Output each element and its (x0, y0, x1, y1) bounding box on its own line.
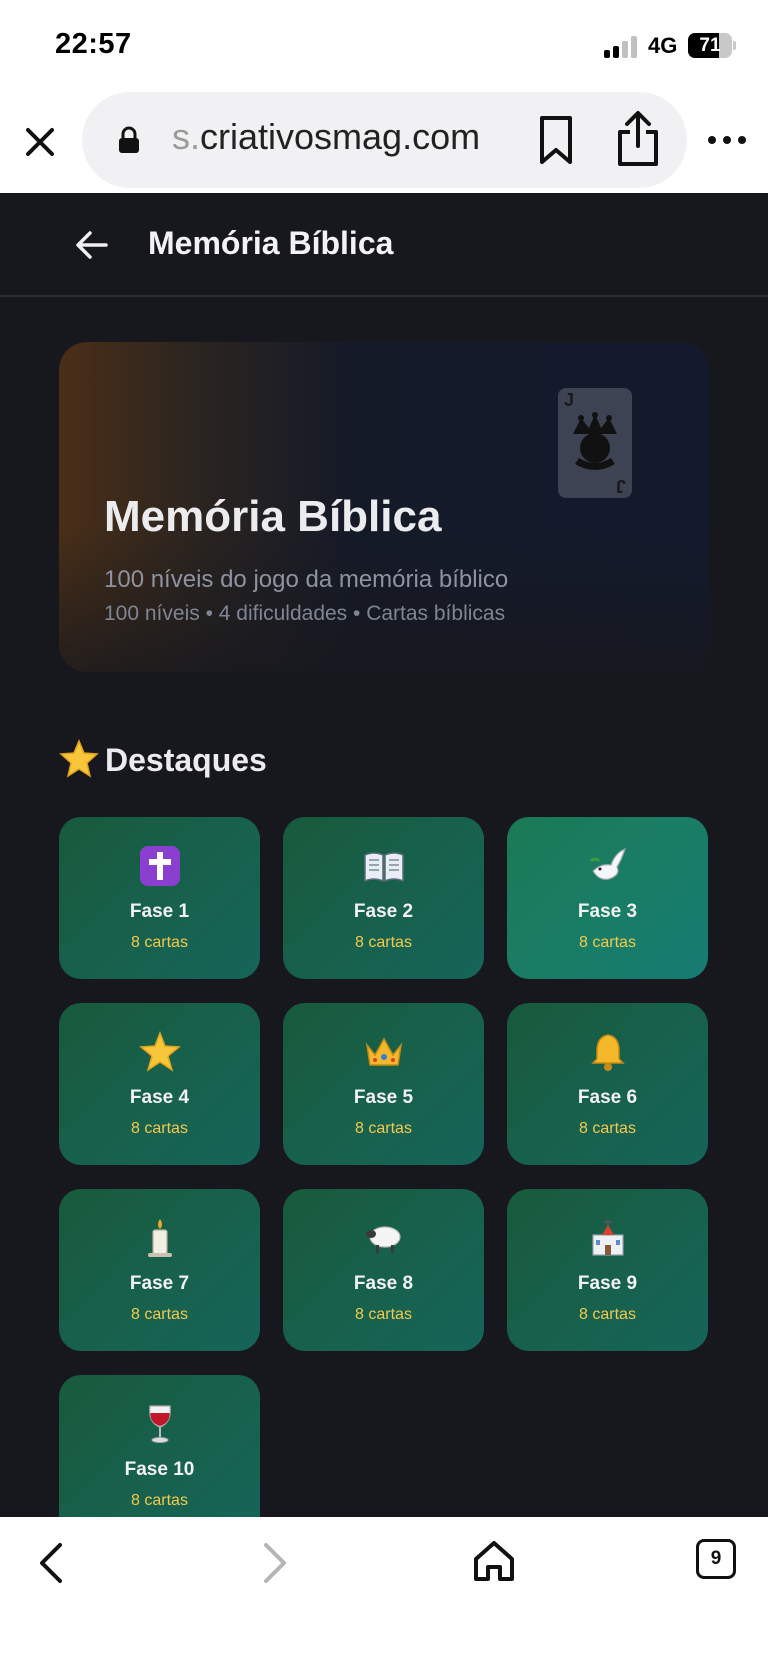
more-icon[interactable] (706, 124, 748, 156)
level-tile-4[interactable]: Fase 4 8 cartas (59, 1003, 260, 1165)
level-name: Fase 1 (129, 901, 190, 922)
level-count: 8 cartas (579, 1120, 636, 1137)
candle-icon (147, 1219, 172, 1257)
level-count: 8 cartas (355, 1120, 412, 1137)
level-tile-6[interactable]: Fase 6 8 cartas (507, 1003, 708, 1165)
level-name: Fase 3 (577, 901, 638, 922)
card-rank-top: J (564, 390, 575, 410)
crown-icon (365, 1037, 402, 1066)
joker-card: J J (558, 388, 632, 498)
level-count: 8 cartas (131, 1120, 188, 1137)
home-icon[interactable] (470, 1537, 518, 1585)
status-time: 22:57 (55, 28, 132, 60)
dove-icon (589, 847, 626, 880)
hero-subtitle: 100 níveis do jogo da memória bíblico (104, 566, 509, 593)
level-tile-10[interactable]: Fase 10 8 cartas (59, 1375, 260, 1517)
battery-level: 71 (699, 35, 721, 56)
level-tile-3[interactable]: Fase 3 8 cartas (507, 817, 708, 979)
url-domain: criativosmag.com (200, 116, 481, 157)
close-icon[interactable] (20, 122, 60, 162)
wine-glass-icon (148, 1405, 171, 1443)
level-count: 8 cartas (579, 934, 636, 951)
level-tile-7[interactable]: Fase 7 8 cartas (59, 1189, 260, 1351)
tabs-count: 9 (710, 1548, 722, 1569)
arrow-left-icon[interactable] (72, 225, 112, 265)
battery-tip (733, 41, 736, 50)
signal-icon (604, 36, 640, 58)
level-tile-1[interactable]: Fase 1 8 cartas (59, 817, 260, 979)
level-count: 8 cartas (131, 934, 188, 951)
app-header: Memória Bíblica (0, 193, 768, 297)
lock-icon (119, 126, 139, 153)
level-tile-5[interactable]: Fase 5 8 cartas (283, 1003, 484, 1165)
joker-icon (573, 412, 617, 470)
church-icon (591, 1219, 624, 1256)
level-name: Fase 10 (124, 1459, 195, 1480)
bookmark-icon[interactable] (532, 114, 580, 166)
level-count: 8 cartas (579, 1306, 636, 1323)
level-count: 8 cartas (131, 1492, 188, 1509)
browser-url-row: s.criativosmag.com (0, 92, 768, 192)
tabs-button[interactable]: 9 (696, 1539, 736, 1579)
url-text[interactable]: s.criativosmag.com (172, 116, 480, 158)
status-bar: 22:57 4G 71 (0, 0, 768, 92)
card-rank-bottom: J (615, 476, 626, 496)
level-name: Fase 7 (129, 1273, 190, 1294)
hero-title: Memória Bíblica (104, 492, 442, 541)
section-title-text: Destaques (105, 742, 267, 778)
address-bar[interactable]: s.criativosmag.com (82, 92, 687, 188)
level-name: Fase 9 (577, 1273, 638, 1294)
level-tile-8[interactable]: Fase 8 8 cartas (283, 1189, 484, 1351)
battery-icon: 71 (688, 33, 732, 58)
url-faded: s. (172, 116, 201, 157)
sheep-icon (365, 1226, 401, 1253)
browser-toolbar: 9 (0, 1517, 768, 1662)
section-title: Destaques (59, 739, 267, 779)
level-tile-2[interactable]: Fase 2 8 cartas (283, 817, 484, 979)
hero-banner: J J Memória Bíblica 100 níveis do jogo d… (59, 342, 709, 672)
level-count: 8 cartas (131, 1306, 188, 1323)
web-content: Memória Bíblica J J Memória Bíblica 100 … (0, 193, 768, 1517)
bell-icon (590, 1034, 625, 1071)
network-label: 4G (648, 33, 678, 58)
back-icon[interactable] (32, 1539, 72, 1587)
header-title: Memória Bíblica (148, 225, 394, 261)
level-name: Fase 5 (353, 1087, 414, 1108)
level-name: Fase 6 (577, 1087, 638, 1108)
forward-icon[interactable] (254, 1539, 294, 1587)
star-icon (138, 1030, 181, 1072)
level-count: 8 cartas (355, 1306, 412, 1323)
cross-icon (139, 846, 180, 886)
level-count: 8 cartas (355, 934, 412, 951)
open-book-icon (363, 852, 404, 883)
star-icon (59, 739, 99, 778)
share-icon[interactable] (612, 110, 664, 168)
level-name: Fase 4 (129, 1087, 190, 1108)
level-tile-9[interactable]: Fase 9 8 cartas (507, 1189, 708, 1351)
hero-meta: 100 níveis • 4 dificuldades • Cartas bíb… (104, 602, 506, 625)
level-name: Fase 8 (353, 1273, 414, 1294)
level-name: Fase 2 (353, 901, 414, 922)
